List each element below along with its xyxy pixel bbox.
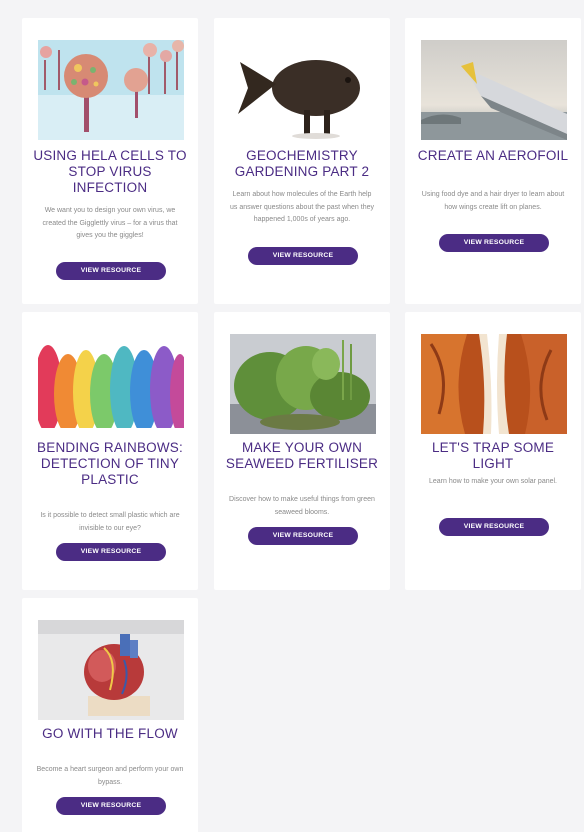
card-title: USING HELA CELLS TO STOP VIRUS INFECTION (33, 148, 187, 195)
resource-card-trap-light: LET'S TRAP SOME LIGHT Learn how to make … (405, 312, 581, 590)
card-title: LET'S TRAP SOME LIGHT (431, 440, 555, 471)
resource-card-hela-cells: USING HELA CELLS TO STOP VIRUS INFECTION… (22, 18, 198, 304)
heart-model-image[interactable] (38, 620, 184, 720)
view-resource-button[interactable]: VIEW RESOURCE (248, 527, 358, 545)
card-description: Discover how to make useful things from … (229, 496, 375, 516)
view-resource-button[interactable]: VIEW RESOURCE (439, 518, 549, 536)
view-resource-button[interactable]: VIEW RESOURCE (56, 543, 166, 561)
card-description: Using food dye and a hair dryer to learn… (421, 191, 565, 211)
view-resource-button[interactable]: VIEW RESOURCE (439, 234, 549, 252)
hela-cells-image[interactable] (38, 40, 184, 140)
card-description: Learn about how molecules of the Earth h… (230, 191, 374, 223)
view-resource-button[interactable]: VIEW RESOURCE (248, 247, 358, 265)
resource-card-geochemistry: GEOCHEMISTRY GARDENING PART 2 Learn abou… (214, 18, 390, 304)
resource-card-bending-rainbows: BENDING RAINBOWS: DETECTION OF TINY PLAS… (22, 312, 198, 590)
view-resource-button[interactable]: VIEW RESOURCE (56, 797, 166, 815)
card-title: BENDING RAINBOWS: DETECTION OF TINY PLAS… (37, 440, 183, 487)
card-title: GO WITH THE FLOW (42, 726, 178, 741)
view-resource-button[interactable]: VIEW RESOURCE (56, 262, 166, 280)
resource-card-seaweed: MAKE YOUR OWN SEAWEED FERTILISER Discove… (214, 312, 390, 590)
trap-light-image[interactable] (421, 334, 567, 434)
card-title: GEOCHEMISTRY GARDENING PART 2 (234, 148, 370, 179)
card-description: Become a heart surgeon and perform your … (36, 766, 184, 786)
card-title: CREATE AN AEROFOIL (417, 148, 569, 163)
seaweed-image[interactable] (230, 334, 376, 434)
aerofoil-image[interactable] (421, 40, 567, 140)
bending-rainbows-image[interactable] (38, 334, 184, 434)
resource-card-go-with-the-flow: GO WITH THE FLOW Become a heart surgeon … (22, 598, 198, 832)
card-description: We want you to design your own virus, we… (42, 207, 178, 239)
card-description: Learn how to make your own solar panel. (428, 478, 558, 485)
card-description: Is it possible to detect small plastic w… (40, 512, 180, 532)
geochemistry-image[interactable] (230, 40, 376, 140)
resource-card-aerofoil: CREATE AN AEROFOIL Using food dye and a … (405, 18, 581, 304)
card-title: MAKE YOUR OWN SEAWEED FERTILISER (225, 440, 379, 471)
